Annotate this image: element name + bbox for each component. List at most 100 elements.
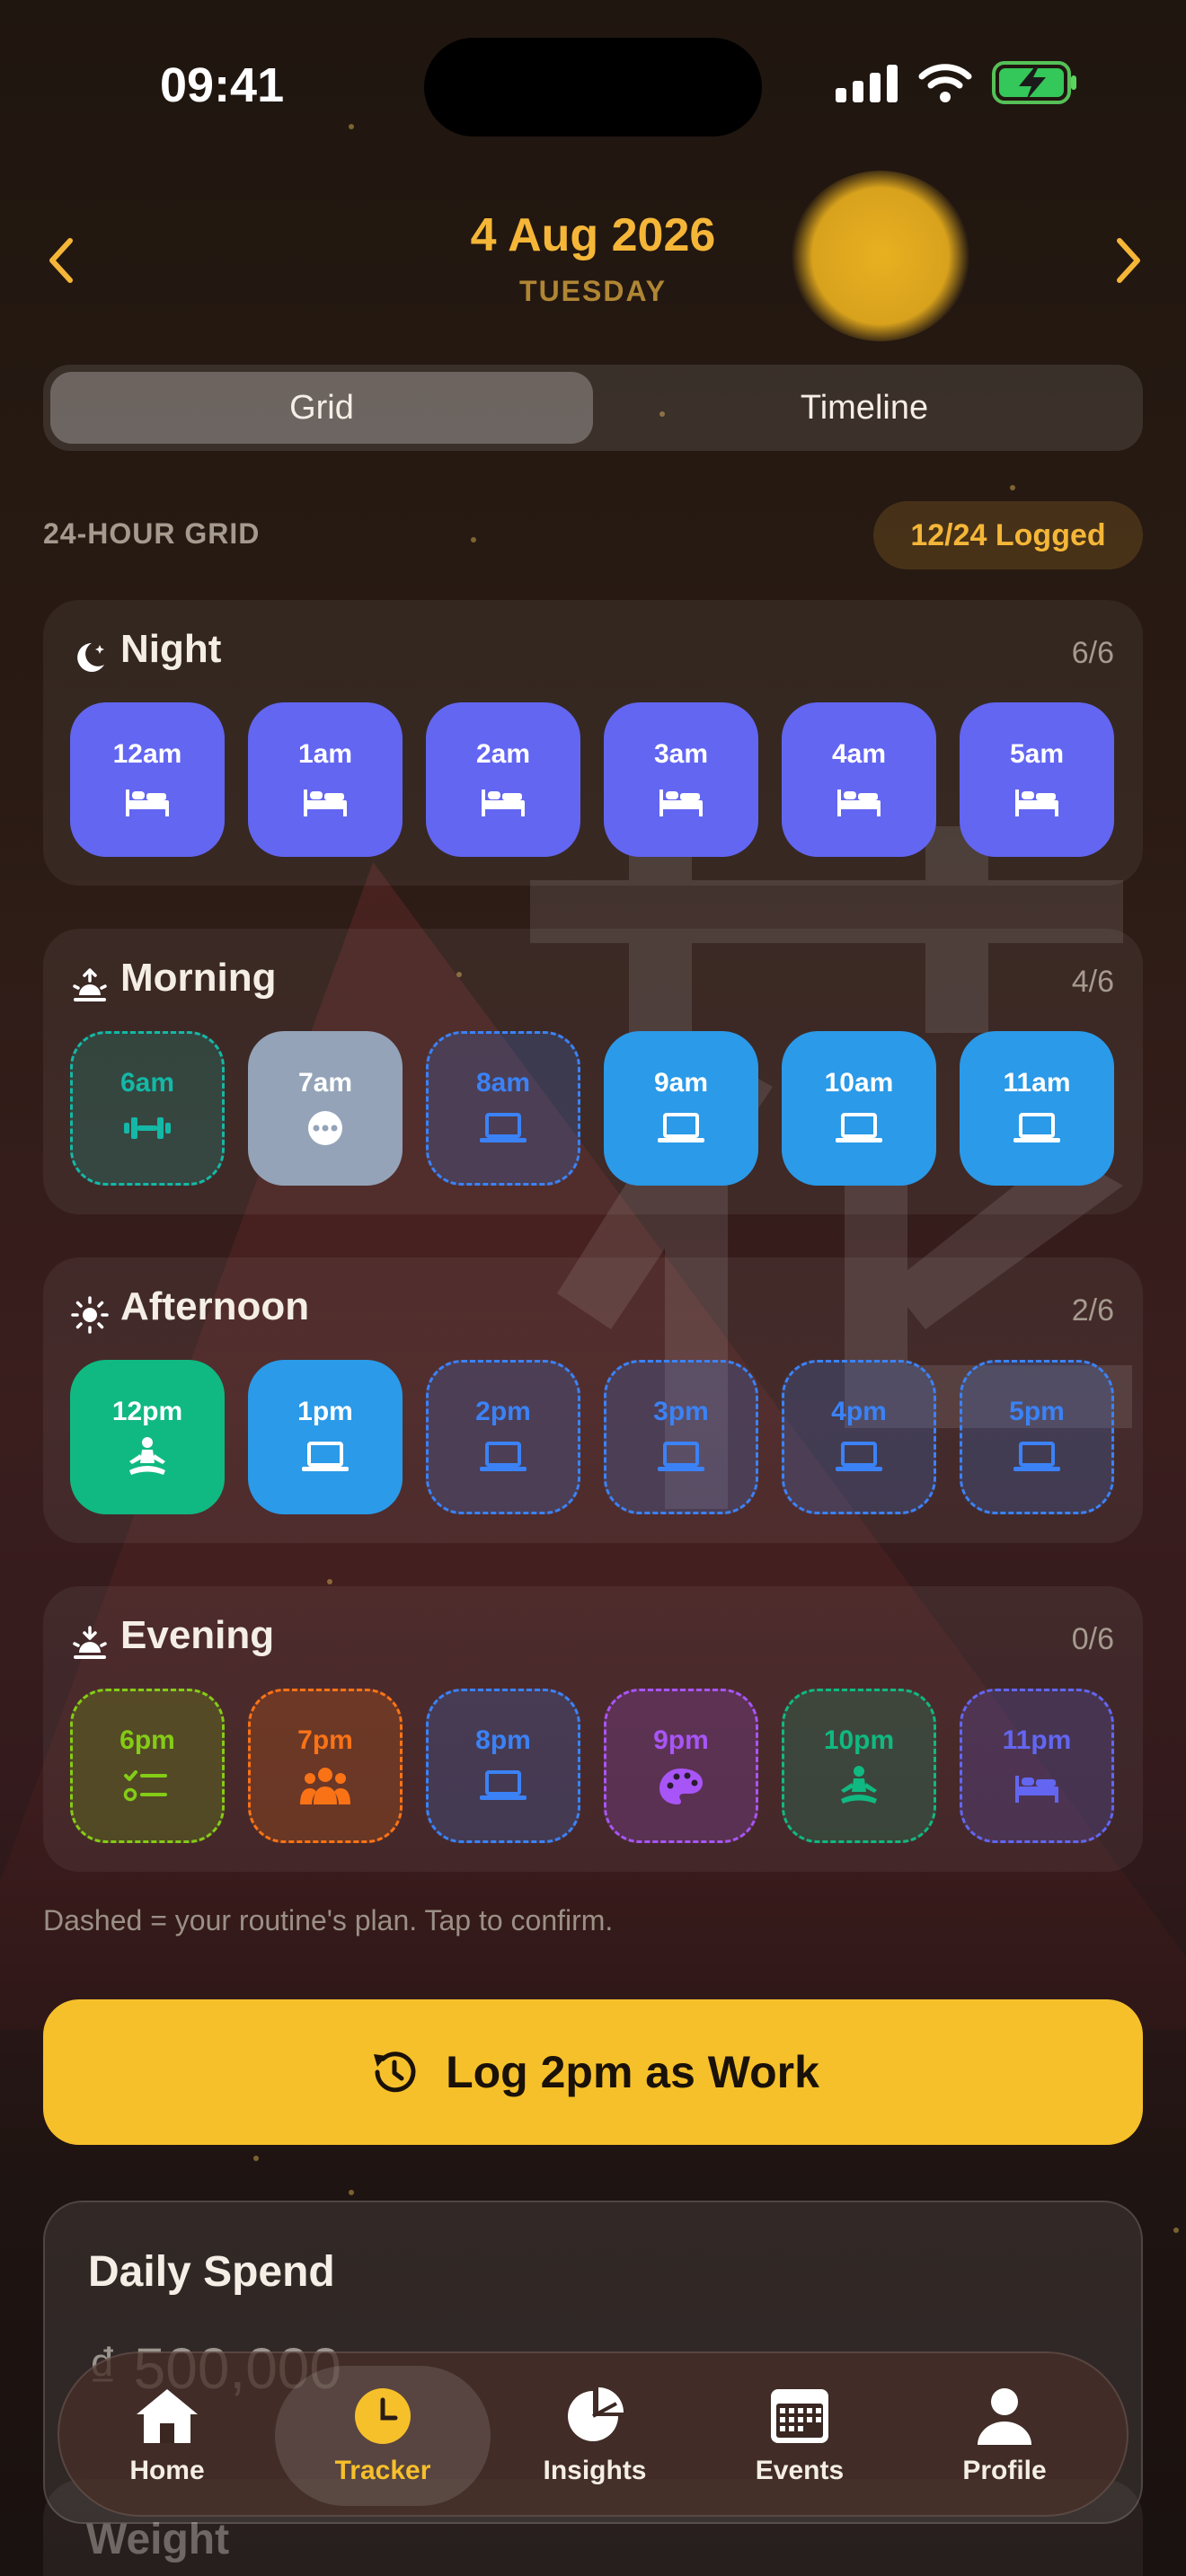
slot-1pm[interactable]: 1pm xyxy=(248,1360,403,1514)
slot-label: 4am xyxy=(831,739,887,769)
dumbbell-icon xyxy=(124,1117,171,1139)
bed-icon xyxy=(126,790,169,816)
tab-label: Insights xyxy=(543,2456,647,2485)
slot-11pm[interactable]: 11pm xyxy=(960,1689,1114,1843)
bed-icon xyxy=(1015,790,1058,816)
tab-tracker[interactable]: Tracker xyxy=(275,2366,491,2506)
slot-label: 5pm xyxy=(1009,1397,1065,1426)
slot-label: 9am xyxy=(653,1068,709,1098)
tab-grid[interactable]: Grid xyxy=(50,372,593,444)
slot-10pm[interactable]: 10pm xyxy=(782,1689,936,1843)
weekday-label: TUESDAY xyxy=(519,275,667,307)
slot-11am[interactable]: 11am xyxy=(960,1031,1114,1186)
slot-label: 8pm xyxy=(475,1725,531,1755)
meditate-icon xyxy=(129,1437,165,1475)
section-count: 2/6 xyxy=(1071,1293,1114,1328)
slot-label: 1pm xyxy=(297,1397,353,1426)
laptop-icon xyxy=(480,1770,527,1800)
section-morning: Morning 4/6 6am 7am 8am 9am 10am 11am xyxy=(43,929,1143,1214)
slot-label: 3pm xyxy=(653,1397,709,1426)
slot-10am[interactable]: 10am xyxy=(782,1031,936,1186)
bed-icon xyxy=(304,790,347,816)
slot-label: 4pm xyxy=(831,1397,887,1426)
slot-6am[interactable]: 6am xyxy=(70,1031,225,1186)
slot-label: 8am xyxy=(475,1068,531,1098)
bed-icon xyxy=(482,790,525,816)
section-title: Afternoon xyxy=(120,1284,310,1328)
slot-4am[interactable]: 4am xyxy=(782,702,936,857)
tab-profile[interactable]: Profile xyxy=(897,2353,1112,2519)
laptop-icon xyxy=(480,1113,527,1142)
slot-4pm[interactable]: 4pm xyxy=(782,1360,936,1514)
clock-icon xyxy=(355,2388,411,2444)
section-title: Night xyxy=(120,627,222,671)
dynamic-island xyxy=(424,38,762,137)
slot-5pm[interactable]: 5pm xyxy=(960,1360,1114,1514)
home-icon xyxy=(137,2389,198,2443)
more-icon xyxy=(308,1111,342,1145)
next-day-button[interactable] xyxy=(1109,234,1148,287)
date-title: 4 Aug 2026 xyxy=(470,209,716,261)
daily-spend-title: Daily Spend xyxy=(88,2248,335,2296)
weight-title: Weight xyxy=(86,2516,230,2563)
slot-label: 6am xyxy=(119,1068,175,1098)
laptop-icon xyxy=(480,1442,527,1471)
slot-1am[interactable]: 1am xyxy=(248,702,403,857)
checklist-icon xyxy=(123,1770,167,1802)
laptop-icon xyxy=(658,1113,704,1142)
slot-label: 5am xyxy=(1009,739,1065,769)
calendar-icon xyxy=(771,2389,828,2443)
tab-label: Tracker xyxy=(334,2456,431,2485)
slot-row: 6pm 7pm 8pm 9pm 10pm 11pm xyxy=(70,1689,1114,1843)
tab-insights[interactable]: Insights xyxy=(487,2353,703,2519)
slot-label: 12am xyxy=(112,739,182,769)
laptop-icon xyxy=(836,1442,882,1471)
wifi-icon xyxy=(918,64,972,102)
slot-label: 10am xyxy=(824,1068,894,1098)
slot-6pm[interactable]: 6pm xyxy=(70,1689,225,1843)
slot-2am[interactable]: 2am xyxy=(426,702,580,857)
slot-label: 3am xyxy=(653,739,709,769)
slot-8am[interactable]: 8am xyxy=(426,1031,580,1186)
section-title: Morning xyxy=(120,956,277,1000)
slot-9am[interactable]: 9am xyxy=(604,1031,758,1186)
logged-badge: 12/24 Logged xyxy=(873,501,1143,569)
slot-label: 7am xyxy=(297,1068,353,1098)
person-icon xyxy=(978,2388,1031,2445)
slot-label: 11am xyxy=(1003,1068,1071,1098)
status-icons xyxy=(836,61,1078,104)
slot-12pm[interactable]: 12pm xyxy=(70,1360,225,1514)
slot-12am[interactable]: 12am xyxy=(70,702,225,857)
slot-2pm[interactable]: 2pm xyxy=(426,1360,580,1514)
section-count: 0/6 xyxy=(1071,1622,1114,1656)
bed-icon xyxy=(837,790,881,816)
slot-7am[interactable]: 7am xyxy=(248,1031,403,1186)
laptop-icon xyxy=(1013,1113,1060,1142)
tab-events[interactable]: Events xyxy=(692,2353,907,2519)
slot-label: 10pm xyxy=(823,1725,895,1755)
section-count: 6/6 xyxy=(1071,636,1114,670)
slot-label: 11pm xyxy=(1002,1725,1072,1755)
log-activity-button[interactable]: Log 2pm as Work xyxy=(43,1999,1143,2145)
slot-label: 1am xyxy=(297,739,353,769)
slot-3pm[interactable]: 3pm xyxy=(604,1360,758,1514)
slot-label: 6pm xyxy=(119,1725,175,1755)
slot-7pm[interactable]: 7pm xyxy=(248,1689,403,1843)
moon-icon xyxy=(77,643,104,672)
bed-icon xyxy=(1015,1776,1058,1803)
section-night: Night 6/6 12am 1am 2am 3am 4am 5am xyxy=(43,600,1143,886)
slot-row: 6am 7am 8am 9am 10am 11am xyxy=(70,1031,1114,1186)
tab-timeline[interactable]: Timeline xyxy=(593,372,1136,444)
sunset-icon xyxy=(73,1626,107,1659)
sunrise-icon xyxy=(73,968,107,1001)
slot-label: 2pm xyxy=(475,1397,531,1426)
section-title: Evening xyxy=(120,1613,275,1657)
slot-3am[interactable]: 3am xyxy=(604,702,758,857)
battery-charging-icon xyxy=(992,61,1076,104)
slot-9pm[interactable]: 9pm xyxy=(604,1689,758,1843)
slot-8pm[interactable]: 8pm xyxy=(426,1689,580,1843)
people-icon xyxy=(300,1768,350,1804)
slot-5am[interactable]: 5am xyxy=(960,702,1114,857)
tab-home[interactable]: Home xyxy=(59,2353,275,2519)
tab-label: Home xyxy=(129,2456,205,2485)
